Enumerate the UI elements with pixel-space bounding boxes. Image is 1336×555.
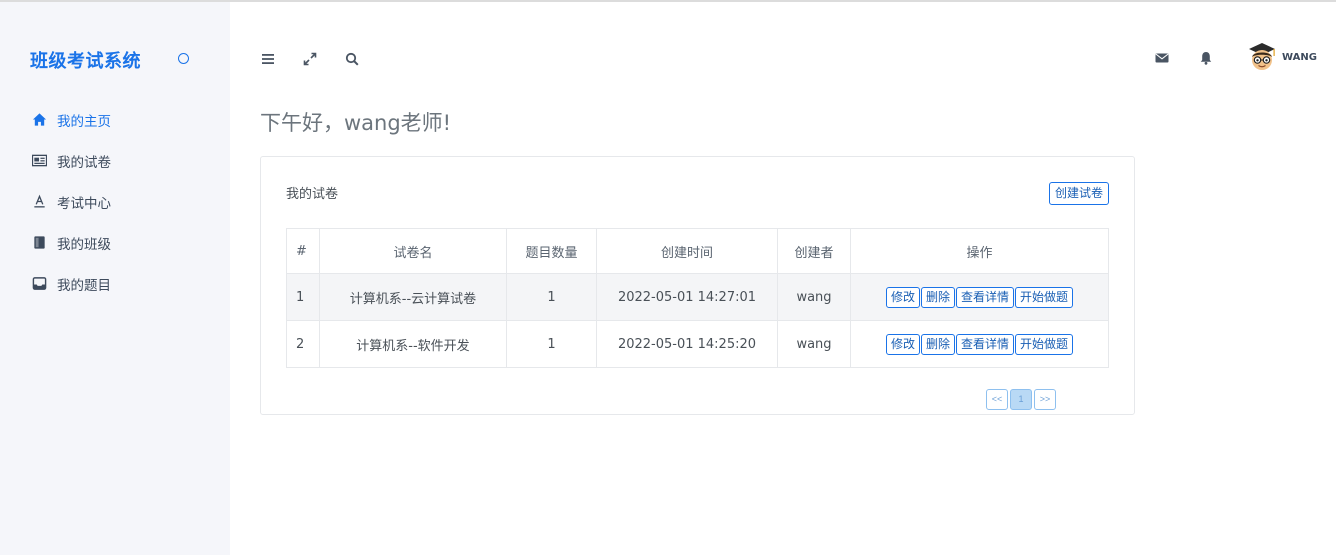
column-header: 题目数量 [506, 228, 597, 274]
header-right-tools [1152, 48, 1240, 68]
home-icon [31, 112, 47, 128]
bell-icon[interactable] [1196, 48, 1216, 68]
sidebar: 班级考试系统 我的主页 我的试卷 考试中心 我的班级 我的题目 [0, 2, 230, 555]
sidebar-item-label: 我的班级 [57, 236, 111, 253]
start-answering-button[interactable]: 开始做题 [1015, 286, 1074, 308]
question-count: 1 [506, 273, 597, 321]
sidebar-item-label: 我的试卷 [57, 154, 111, 171]
papers-table: # 试卷名 题目数量 创建时间 创建者 操作 1 计算机系--云计算试卷 1 2… [286, 228, 1109, 368]
row-id: 2 [286, 320, 320, 368]
inbox-icon [31, 276, 47, 292]
delete-button[interactable]: 删除 [920, 286, 955, 308]
sidebar-item-label: 考试中心 [57, 195, 111, 212]
column-header: 试卷名 [319, 228, 507, 274]
created-time: 2022-05-01 14:25:20 [596, 320, 778, 368]
mail-icon[interactable] [1152, 48, 1172, 68]
table-header-row: # 试卷名 题目数量 创建时间 创建者 操作 [286, 228, 1109, 274]
creator: wang [777, 273, 851, 321]
start-answering-button[interactable]: 开始做题 [1015, 333, 1074, 355]
prev-page-button[interactable]: << [986, 389, 1008, 410]
sidebar-item-class[interactable]: 我的班级 [0, 222, 230, 263]
row-actions: 修改 删除 查看详情 开始做题 [850, 273, 1109, 321]
column-header: # [286, 228, 320, 274]
font-a-icon [31, 194, 47, 210]
edit-button[interactable]: 修改 [885, 286, 920, 308]
sidebar-item-home[interactable]: 我的主页 [0, 99, 230, 140]
paper-name: 计算机系--软件开发 [319, 320, 507, 368]
edit-button[interactable]: 修改 [885, 333, 920, 355]
user-name: WANG [1282, 51, 1317, 63]
next-page-button[interactable]: >> [1034, 389, 1056, 410]
sidebar-item-label: 我的题目 [57, 277, 111, 294]
sidebar-toggle-icon[interactable] [178, 53, 189, 64]
sidebar-item-papers[interactable]: 我的试卷 [0, 140, 230, 181]
column-header: 创建者 [777, 228, 851, 274]
paper-name: 计算机系--云计算试卷 [319, 273, 507, 321]
row-actions: 修改 删除 查看详情 开始做题 [850, 320, 1109, 368]
table-row: 2 计算机系--软件开发 1 2022-05-01 14:25:20 wang … [286, 320, 1109, 368]
view-details-button[interactable]: 查看详情 [956, 333, 1015, 355]
pagination: << 1 >> [986, 389, 1056, 410]
avatar [1249, 43, 1275, 70]
created-time: 2022-05-01 14:27:01 [596, 273, 778, 321]
book-icon [31, 235, 47, 251]
user-menu[interactable]: WANG [1245, 40, 1317, 74]
sidebar-item-questions[interactable]: 我的题目 [0, 263, 230, 304]
search-icon[interactable] [342, 49, 362, 69]
page-greeting: 下午好，wang老师! [260, 111, 452, 135]
question-count: 1 [506, 320, 597, 368]
app-title: 班级考试系统 [30, 51, 141, 72]
header-left-tools [258, 49, 362, 69]
page-1-button[interactable]: 1 [1010, 389, 1032, 410]
column-header: 创建时间 [596, 228, 778, 274]
menu-icon[interactable] [258, 49, 278, 69]
view-details-button[interactable]: 查看详情 [956, 286, 1015, 308]
papers-card: 我的试卷 创建试卷 # 试卷名 题目数量 创建时间 创建者 操作 1 计算机系-… [260, 156, 1135, 415]
column-header: 操作 [850, 228, 1109, 274]
row-id: 1 [286, 273, 320, 321]
sidebar-item-exam-center[interactable]: 考试中心 [0, 181, 230, 222]
table-row: 1 计算机系--云计算试卷 1 2022-05-01 14:27:01 wang… [286, 273, 1109, 321]
delete-button[interactable]: 删除 [920, 333, 955, 355]
card-title: 我的试卷 [286, 187, 339, 202]
create-paper-button[interactable]: 创建试卷 [1049, 182, 1110, 205]
expand-icon[interactable] [300, 49, 320, 69]
sidebar-item-label: 我的主页 [57, 113, 111, 130]
newspaper-icon [31, 153, 47, 169]
sidebar-nav: 我的主页 我的试卷 考试中心 我的班级 我的题目 [0, 99, 230, 304]
creator: wang [777, 320, 851, 368]
